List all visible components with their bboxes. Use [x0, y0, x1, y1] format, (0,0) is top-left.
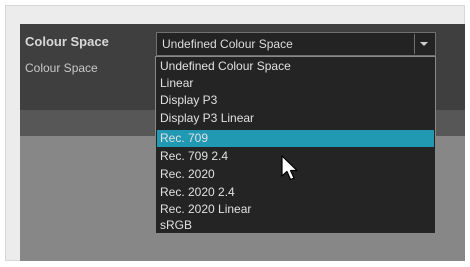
section-title: Colour Space [25, 34, 109, 49]
select-value: Undefined Colour Space [162, 37, 293, 51]
option-rec-2020-linear[interactable]: Rec. 2020 Linear [160, 202, 251, 216]
option-rec-2020-2-4[interactable]: Rec. 2020 2.4 [160, 185, 235, 199]
mouse-cursor-icon [281, 155, 299, 188]
option-rec-2020[interactable]: Rec. 2020 [160, 167, 215, 181]
option-rec-709-2-4[interactable]: Rec. 709 2.4 [160, 149, 228, 163]
option-srgb[interactable]: sRGB [160, 218, 192, 232]
option-display-p3-linear[interactable]: Display P3 Linear [160, 111, 254, 125]
option-rec-709[interactable]: Rec. 709 [160, 131, 208, 145]
colour-space-select[interactable]: Undefined Colour Space [156, 32, 436, 56]
option-linear[interactable]: Linear [160, 76, 193, 90]
chevron-down-icon [415, 34, 434, 54]
dropdown-button[interactable] [414, 34, 434, 54]
option-display-p3[interactable]: Display P3 [160, 93, 217, 107]
colour-space-label: Colour Space [25, 61, 98, 75]
option-undefined-colour-space[interactable]: Undefined Colour Space [160, 59, 291, 73]
colour-space-dropdown-list: Undefined Colour Space Linear Display P3… [155, 56, 436, 234]
